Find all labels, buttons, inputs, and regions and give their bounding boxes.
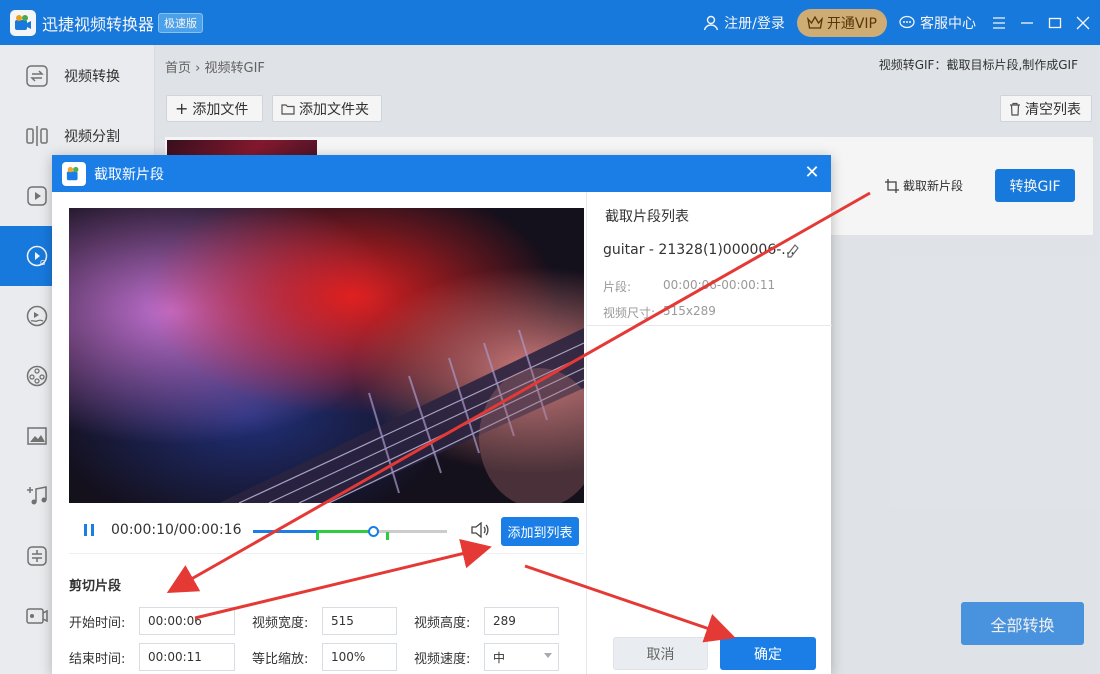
- progress-track[interactable]: [253, 526, 447, 540]
- start-time-input[interactable]: 00:00:06: [139, 607, 235, 635]
- video-preview[interactable]: [69, 208, 584, 503]
- height-input[interactable]: 289: [484, 607, 559, 635]
- clip-list-title: 截取片段列表: [605, 209, 689, 225]
- width-input[interactable]: 515: [322, 607, 397, 635]
- size-value: 515x289: [663, 304, 716, 318]
- clip-name: guitar - 21328(1)000006-...: [603, 242, 795, 258]
- cancel-button[interactable]: 取消: [613, 637, 708, 670]
- list-item[interactable]: guitar - 21328(1)000006-... 片段: 00:00:06…: [587, 232, 832, 326]
- speed-label: 视频速度:: [414, 651, 471, 667]
- dialog-close-icon[interactable]: ✕: [803, 164, 821, 182]
- clip-start-handle[interactable]: [316, 532, 320, 540]
- height-label: 视频高度:: [414, 615, 471, 631]
- timecode: 00:00:10/00:00:16: [111, 522, 242, 538]
- speed-value: 中: [493, 650, 506, 665]
- form-row-1: 开始时间: 00:00:06 视频宽度: 515 视频高度: 289: [69, 607, 559, 635]
- playhead-handle[interactable]: [368, 526, 380, 537]
- volume-icon[interactable]: [471, 522, 489, 538]
- form-row-2: 结束时间: 00:00:11 等比缩放: 100% 视频速度: 中: [69, 643, 559, 671]
- size-label: 视频尺寸:: [603, 306, 656, 320]
- clip-range: [317, 530, 374, 533]
- clip-end-handle[interactable]: [385, 532, 389, 540]
- scale-label: 等比缩放:: [252, 651, 309, 667]
- dialog-title: 截取新片段: [94, 166, 164, 183]
- player-controls: 00:00:10/00:00:16 添加到列表: [69, 508, 584, 554]
- speed-select[interactable]: 中: [484, 643, 559, 671]
- confirm-button[interactable]: 确定: [720, 637, 816, 670]
- add-to-list-button[interactable]: 添加到列表: [501, 517, 579, 546]
- end-time-input[interactable]: 00:00:11: [139, 643, 235, 671]
- chevron-down-icon: [544, 653, 552, 658]
- pause-icon[interactable]: [83, 523, 95, 537]
- width-label: 视频宽度:: [252, 615, 309, 631]
- video-frame-image: [69, 208, 584, 503]
- segment-label: 片段:: [603, 280, 632, 294]
- cut-segment-dialog: 截取新片段 ✕ 00:00:10/00:00:16 添加到列表 剪切片段 开始时…: [52, 155, 832, 674]
- section-title: 剪切片段: [69, 579, 122, 594]
- clip-list-panel: 截取片段列表 guitar - 21328(1)000006-... 片段: 0…: [586, 192, 832, 674]
- scale-input[interactable]: 100%: [322, 643, 397, 671]
- end-time-label: 结束时间:: [69, 651, 126, 667]
- start-time-label: 开始时间:: [69, 615, 126, 631]
- progress-played: [253, 530, 318, 533]
- segment-value: 00:00:06-00:00:11: [663, 278, 776, 292]
- app-logo-icon: [62, 161, 86, 186]
- pencil-icon[interactable]: [787, 244, 799, 258]
- dialog-header: 截取新片段 ✕: [52, 155, 831, 192]
